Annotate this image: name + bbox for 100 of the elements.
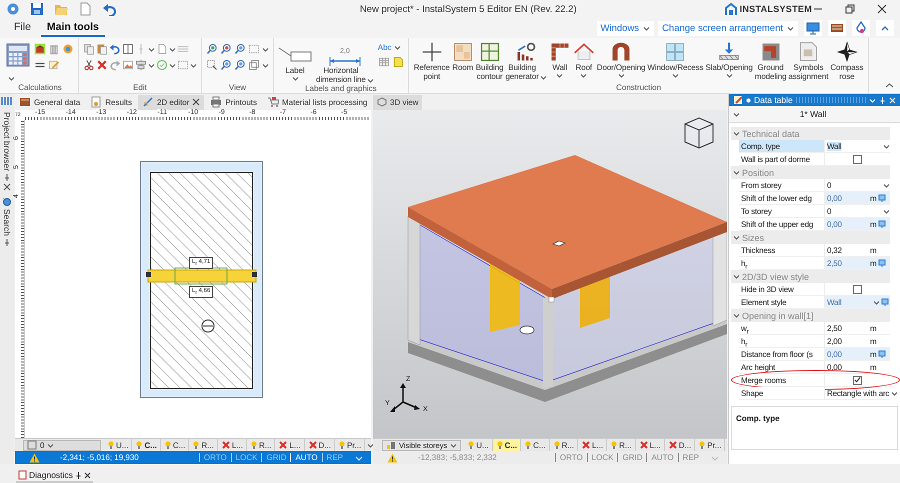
ribbon-button[interactable]: Building generator [504,40,548,81]
caret-icon[interactable] [891,390,898,396]
selection-icon[interactable] [206,59,218,71]
panel-icon[interactable] [122,43,134,55]
panel-tab[interactable]: Diagnostics [16,469,93,483]
zoom-icon[interactable] [220,59,232,71]
pin-icon[interactable] [3,238,11,246]
chevron-up-icon[interactable] [885,81,894,90]
dropdown[interactable]: Change screen arrangement [658,20,798,36]
checkbox[interactable] [853,154,862,164]
document-tab[interactable]: 3D view [373,94,422,110]
document-tab[interactable]: Printouts [206,94,261,110]
caret-icon[interactable] [292,75,298,82]
restore-icon[interactable] [844,3,856,15]
link-icon[interactable] [878,259,887,267]
ribbon-button[interactable]: Window/Recess [646,40,704,79]
checkbox[interactable] [853,376,862,384]
caret-icon[interactable] [394,44,401,51]
layer-dropdown[interactable]: 0 [23,440,101,450]
scissors-icon[interactable] [83,59,95,71]
link-icon[interactable] [881,298,890,306]
value-field[interactable]: 0,32 [827,246,842,254]
link-icon[interactable] [878,350,887,358]
pin-icon[interactable] [74,471,82,479]
caret-icon[interactable] [540,74,547,81]
zoom-icon[interactable] [234,43,246,55]
undo-icon[interactable] [102,2,116,16]
property-label[interactable]: Merge rooms [739,374,825,386]
property-label[interactable]: Hide in 3D view [739,283,825,295]
mode-toggle[interactable]: AUTO [290,453,322,462]
caret-icon[interactable] [169,62,176,68]
caret-icon[interactable] [883,182,890,188]
side-tab[interactable]: Project browser [2,112,12,172]
property-label[interactable]: Shift of the upper edg [739,218,825,230]
save-icon[interactable] [30,2,44,16]
caret-icon[interactable] [672,72,679,79]
dropdown-value[interactable]: Wall [827,298,842,306]
value-field[interactable]: 2,50 [827,324,842,332]
caret-icon[interactable] [883,208,890,214]
caret-icon[interactable] [148,62,155,68]
align-icon[interactable] [135,59,147,71]
search-icon[interactable] [2,197,12,208]
ribbon-button[interactable]: Building contour [474,40,504,81]
caret-icon[interactable] [580,72,588,79]
value-field[interactable]: 2,00 [827,336,842,346]
property-label[interactable]: From storey [739,179,825,191]
caret-icon[interactable] [169,46,176,52]
caret-icon[interactable] [787,24,794,32]
link-icon[interactable] [878,194,887,202]
close-icon[interactable] [876,3,888,15]
delete-icon[interactable] [96,59,108,71]
property-label[interactable]: h$_{r}$ [739,257,825,269]
windows-icon[interactable] [248,59,260,71]
note-icon[interactable] [392,56,404,68]
document-icon[interactable] [78,2,92,16]
check-circle-icon[interactable] [156,59,168,71]
zoom-out-icon[interactable] [220,43,232,55]
property-label[interactable]: h$_{r}$ [739,335,825,347]
caret-icon[interactable] [869,96,876,104]
document-tab[interactable]: Material lists processing [263,94,372,110]
caret-icon[interactable] [643,24,650,32]
copy-icon[interactable] [83,43,95,55]
property-label[interactable]: Comp. type [739,140,825,152]
caret-icon[interactable] [148,46,155,52]
property-label[interactable]: Shift of the lower edg [739,192,825,204]
caret-icon[interactable] [262,46,269,52]
ribbon-button[interactable]: Slab/Opening [704,40,754,79]
property-label[interactable]: Element style [739,296,825,308]
caret-icon[interactable] [450,442,458,448]
property-label[interactable]: Distance from floor (s [739,348,825,360]
value-field[interactable]: 0,00 [827,362,842,372]
monitor-icon[interactable] [805,20,821,36]
caret-icon[interactable] [726,72,733,79]
dropdown-value[interactable]: Wall [827,142,842,150]
close-icon[interactable] [3,183,11,192]
zoom-in-icon[interactable] [206,43,218,55]
calculator-icon[interactable] [6,43,30,67]
layer-tab[interactable]: C... [494,439,522,451]
property-label[interactable]: Shape [739,387,825,399]
view-cube-icon[interactable] [684,117,714,149]
property-label[interactable]: Wall is part of dorme [739,153,825,165]
link-icon[interactable] [878,220,887,228]
caret-icon[interactable] [733,312,740,319]
ribbon-button[interactable]: Roof [572,40,596,79]
property-label[interactable]: Thickness [739,244,825,256]
table-icon[interactable] [378,56,390,68]
ribbon-button[interactable]: Wall [548,40,572,79]
pin-icon[interactable] [3,173,11,182]
columns-icon[interactable] [1,96,13,106]
document-tab[interactable]: Results [86,94,136,110]
checkbox[interactable] [853,284,862,294]
ribbon-button[interactable]: Reference point [412,40,451,81]
undo-icon[interactable] [109,43,121,55]
caret-icon[interactable] [556,72,564,79]
gear-icon[interactable] [62,43,74,55]
document-tab[interactable]: General data [15,94,84,110]
property-label[interactable]: Arc height [739,361,825,373]
close-icon[interactable] [192,98,200,106]
clipboard-icon[interactable] [96,43,108,55]
image-icon[interactable] [122,59,134,71]
